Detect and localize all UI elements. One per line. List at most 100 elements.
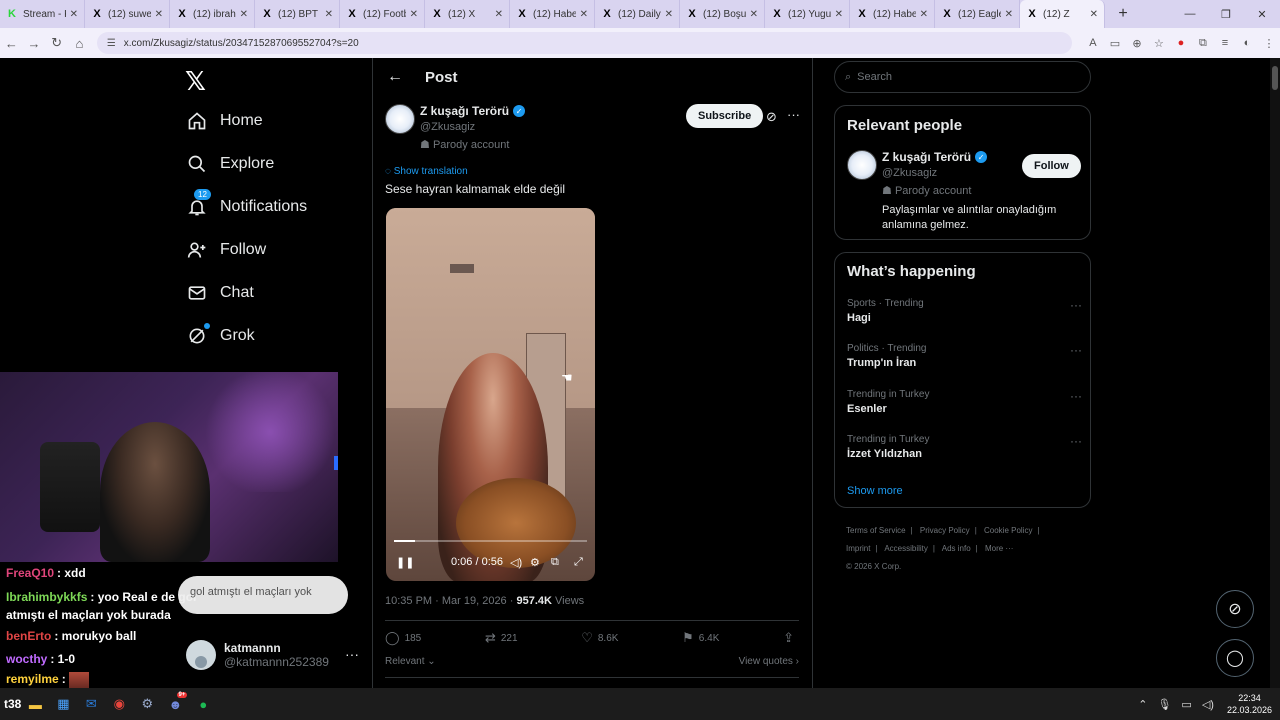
- subscribe-button[interactable]: Subscribe: [686, 104, 764, 128]
- author-avatar[interactable]: [385, 104, 415, 134]
- close-window-icon[interactable]: ✕: [1244, 8, 1280, 21]
- back-arrow-icon[interactable]: ←: [387, 68, 403, 86]
- browser-tab[interactable]: K Stream - K ✕: [0, 0, 85, 28]
- nav-home[interactable]: Home: [186, 110, 263, 132]
- footer-link[interactable]: Imprint: [846, 544, 870, 553]
- nav-grok[interactable]: Grok: [186, 323, 255, 347]
- grok-explain-icon[interactable]: ⊘: [766, 109, 777, 125]
- avatar[interactable]: [847, 150, 877, 180]
- search-input[interactable]: ⌕ Search: [834, 61, 1091, 93]
- browser-tab[interactable]: X (12) Haber ✕: [850, 0, 935, 28]
- footer-link[interactable]: Ads info: [942, 544, 971, 553]
- discord-icon[interactable]: ☻ 9+: [163, 692, 188, 716]
- browser-tab[interactable]: X (12) Footb ✕: [340, 0, 425, 28]
- speaker-icon[interactable]: ◁): [1202, 698, 1214, 711]
- trend-item[interactable]: Sports · Trending Hagi ···: [847, 298, 1082, 324]
- nav-explore[interactable]: Explore: [186, 153, 274, 175]
- store-icon[interactable]: ▦: [51, 692, 75, 716]
- post-more-icon[interactable]: ···: [787, 107, 800, 122]
- author-name-row[interactable]: Z kuşağı Terörü ✓: [420, 104, 526, 118]
- trend-item[interactable]: Politics · Trending Trump'ın İran ···: [847, 343, 1082, 369]
- browser-tab[interactable]: X (12) BPT o ✕: [255, 0, 340, 28]
- video-settings-icon[interactable]: ⚙: [530, 556, 540, 569]
- system-clock[interactable]: 22:34 22.03.2026: [1227, 692, 1272, 716]
- tab-close-icon[interactable]: ✕: [1005, 9, 1013, 20]
- browser-tab[interactable]: X (12) X ✕: [425, 0, 510, 28]
- show-more-link[interactable]: Show more: [847, 485, 903, 497]
- author-handle[interactable]: @Zkusagiz: [420, 121, 525, 133]
- home-nav-icon[interactable]: ⌂: [68, 36, 91, 51]
- tab-close-icon[interactable]: ✕: [835, 9, 843, 20]
- extensions-puzzle-icon[interactable]: ⧉: [1192, 37, 1214, 50]
- author-name[interactable]: Z kuşağı Terörü: [420, 104, 509, 118]
- volume-icon[interactable]: ◁): [510, 556, 522, 569]
- url-input[interactable]: ☰ x.com/Zkusagiz/status/2034715287069552…: [96, 32, 1072, 54]
- pip-icon[interactable]: ⧉: [551, 556, 559, 569]
- microphone-icon[interactable]: 🎙︎: [1157, 698, 1171, 711]
- scrollbar-thumb[interactable]: [1272, 66, 1278, 90]
- bookmark-button[interactable]: ⚑ 6.4K: [682, 630, 719, 646]
- video-scrubber[interactable]: [394, 540, 587, 542]
- trend-item[interactable]: Trending in Turkey Esenler ···: [847, 389, 1082, 415]
- browser-tab[interactable]: X (12) suwe ✕: [85, 0, 170, 28]
- share-button[interactable]: ⇪: [783, 630, 799, 646]
- trend-more-icon[interactable]: ···: [1070, 343, 1082, 357]
- trend-more-icon[interactable]: ···: [1070, 298, 1082, 312]
- bookmark-star-icon[interactable]: ☆: [1148, 37, 1170, 50]
- tab-close-icon[interactable]: ✕: [325, 9, 333, 20]
- chrome-icon[interactable]: ◉: [107, 692, 131, 716]
- cast-icon[interactable]: ▭: [1104, 37, 1126, 50]
- nav-notifications[interactable]: 12 Notifications: [186, 189, 307, 218]
- footer-link[interactable]: Accessibility: [884, 544, 928, 553]
- sort-dropdown[interactable]: Relevant ⌄: [385, 656, 436, 667]
- tab-close-icon[interactable]: ✕: [410, 9, 418, 20]
- zoom-icon[interactable]: ⊕: [1126, 37, 1148, 50]
- messages-fab-button[interactable]: ◯: [1216, 639, 1254, 677]
- footer-link[interactable]: Cookie Policy: [984, 526, 1032, 535]
- media-control-icon[interactable]: ≡: [1214, 37, 1236, 49]
- spotify-icon[interactable]: ●: [191, 692, 215, 716]
- page-scrollbar[interactable]: [1270, 58, 1280, 688]
- tab-close-icon[interactable]: ✕: [240, 9, 248, 20]
- pause-icon[interactable]: ❚❚: [396, 556, 414, 569]
- trend-item[interactable]: Trending in Turkey İzzet Yıldızhan ···: [847, 434, 1082, 460]
- tab-close-icon[interactable]: ✕: [155, 9, 163, 20]
- browser-menu-icon[interactable]: ⋮: [1258, 37, 1280, 50]
- person-name[interactable]: Z kuşağı Terörü: [882, 150, 971, 164]
- browser-tab[interactable]: X (12) Eagle ✕: [935, 0, 1020, 28]
- browser-tab[interactable]: X (12) Daily ✕: [595, 0, 680, 28]
- browser-tab[interactable]: X (12) Boşun ✕: [680, 0, 765, 28]
- translate-icon[interactable]: A: [1082, 37, 1104, 49]
- like-button[interactable]: ♡ 8.6K: [581, 630, 618, 646]
- view-quotes-link[interactable]: View quotes ›: [739, 656, 799, 667]
- account-switcher[interactable]: katmannn @katmannn252389: [186, 640, 329, 670]
- steam-icon[interactable]: ⚙: [135, 692, 159, 716]
- video-player[interactable]: ☚ ❚❚ 0:06 / 0:56 ◁) ⚙ ⧉ ⤢: [386, 208, 595, 581]
- tab-close-icon[interactable]: ✕: [495, 9, 503, 20]
- show-translation-link[interactable]: ◌ Show translation: [385, 166, 468, 177]
- reload-icon[interactable]: ↻: [45, 35, 68, 51]
- tab-close-icon[interactable]: ✕: [70, 9, 78, 20]
- tab-close-icon[interactable]: ✕: [920, 9, 928, 20]
- nav-chat[interactable]: Chat: [186, 282, 254, 304]
- tab-close-icon[interactable]: ✕: [750, 9, 758, 20]
- trend-more-icon[interactable]: ···: [1070, 434, 1082, 448]
- forward-nav-icon[interactable]: →: [23, 36, 46, 51]
- footer-more-link[interactable]: More ···: [985, 544, 1013, 553]
- maximize-icon[interactable]: ❐: [1208, 8, 1244, 21]
- new-tab-icon[interactable]: +: [1111, 5, 1135, 23]
- repost-button[interactable]: ⇄ 221: [485, 630, 518, 646]
- x-logo-icon[interactable]: 𝕏: [185, 66, 206, 97]
- nav-follow[interactable]: Follow: [186, 239, 266, 261]
- trend-more-icon[interactable]: ···: [1070, 389, 1082, 403]
- tab-close-icon[interactable]: ✕: [580, 9, 588, 20]
- outlook-icon[interactable]: ✉: [79, 692, 103, 716]
- grok-fab-button[interactable]: ⊘: [1216, 590, 1254, 628]
- reply-button[interactable]: ◯ 185: [385, 630, 421, 646]
- footer-link[interactable]: Privacy Policy: [920, 526, 970, 535]
- footer-link[interactable]: Terms of Service: [846, 526, 906, 535]
- display-icon[interactable]: ▭: [1181, 698, 1191, 711]
- tab-close-icon[interactable]: ✕: [665, 9, 673, 20]
- fullscreen-icon[interactable]: ⤢: [574, 556, 583, 569]
- site-info-icon[interactable]: ☰: [107, 38, 116, 49]
